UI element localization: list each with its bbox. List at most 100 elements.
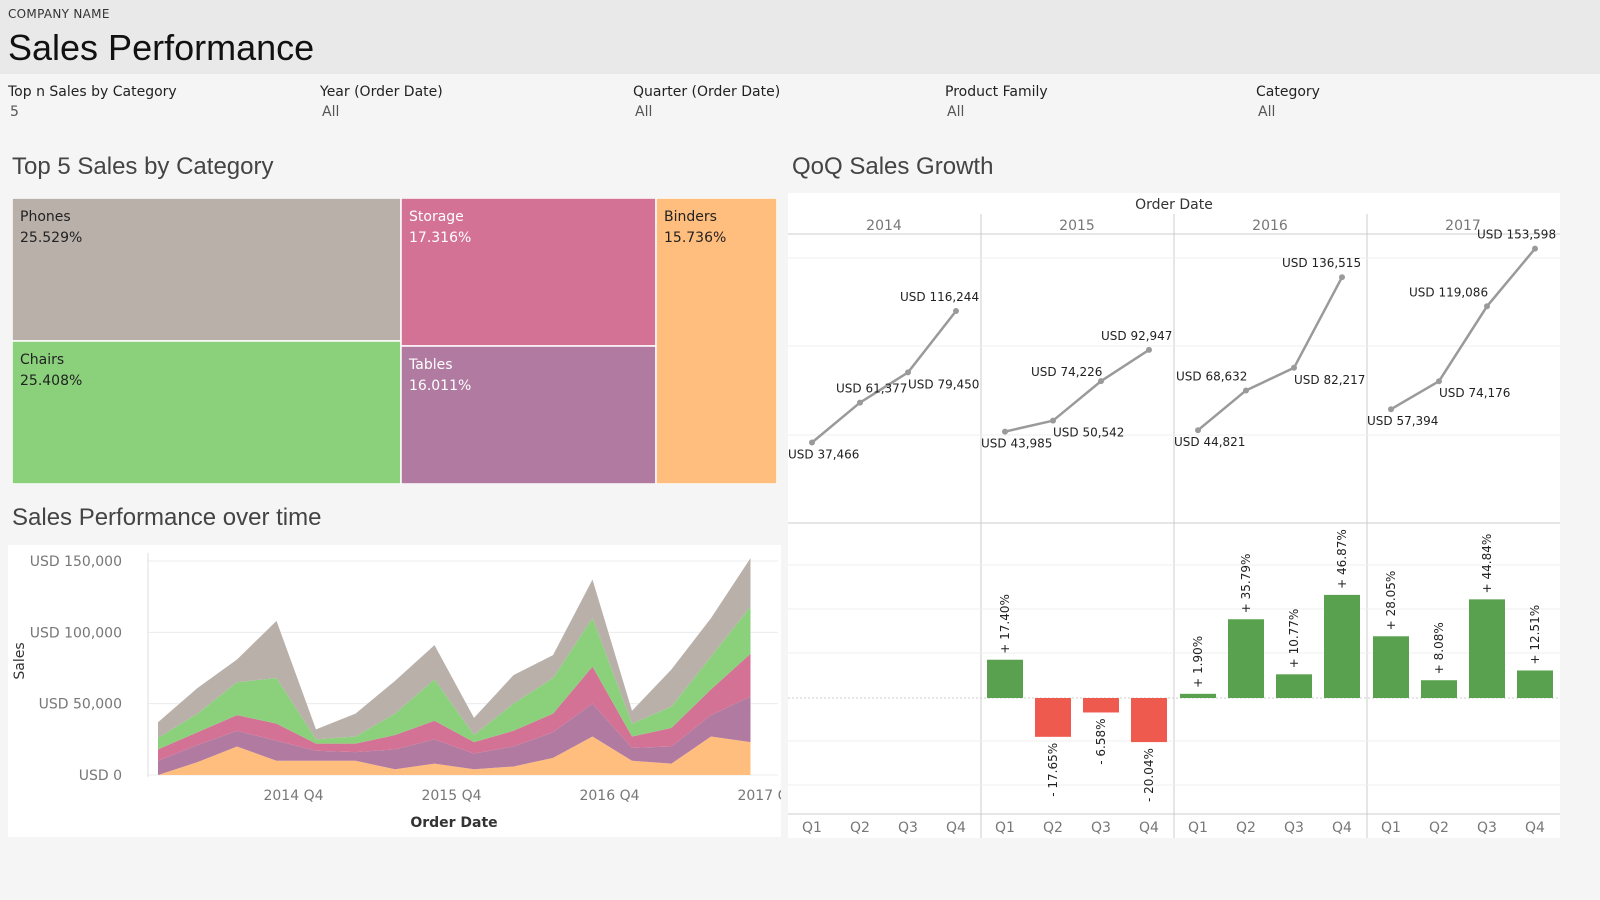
quarter-label: Q2 (1236, 820, 1256, 836)
y-tick-label: USD 100,000 (30, 625, 122, 641)
sales-point-label: USD 61,377 (836, 382, 907, 396)
growth-bar-label: + 17.40% (998, 594, 1012, 654)
growth-bar-label: + 10.77% (1287, 609, 1301, 669)
sales-point-label: USD 37,466 (788, 447, 859, 461)
filter-value[interactable]: All (1258, 104, 1556, 120)
quarter-label: Q3 (898, 820, 918, 836)
filter-value[interactable]: All (322, 104, 620, 120)
sales-point (1002, 428, 1008, 435)
sales-point (905, 369, 911, 376)
treemap-cell (12, 340, 402, 484)
filter-value[interactable]: All (947, 104, 1245, 120)
sales-point-label: USD 92,947 (1101, 329, 1172, 343)
sales-line (1004, 348, 1150, 433)
sales-point (1195, 427, 1201, 434)
filter-label: Quarter (Order Date) (633, 84, 781, 100)
sales-point-label: USD 116,244 (900, 290, 979, 304)
year-header: 2014 (866, 218, 902, 234)
treemap-cell-label: Binders (664, 209, 717, 225)
quarter-label: Q2 (1429, 820, 1449, 836)
growth-bar-label: - 6.58% (1094, 718, 1108, 764)
sales-point-label: USD 119,086 (1409, 285, 1488, 299)
quarter-label: Q1 (1381, 820, 1401, 836)
sales-line (1197, 276, 1344, 432)
year-header: 2017 (1445, 218, 1481, 234)
growth-bar (1131, 698, 1167, 743)
sales-point-label: USD 50,542 (1053, 426, 1124, 440)
filter-quarter[interactable]: Quarter (Order Date) All (633, 84, 933, 120)
qoq-chart-panel: Order Date 2014 Q1 Q2 Q3 Q4 2015 Q1 Q2 Q3 Q4 2016 Q1… (788, 193, 1560, 838)
sales-point (1484, 303, 1490, 310)
growth-bar (987, 659, 1023, 698)
growth-bar-label: + 12.51% (1528, 605, 1542, 665)
quarter-label: Q3 (1284, 820, 1304, 836)
sales-point-label: USD 68,632 (1176, 369, 1247, 383)
treemap-cell-label: Chairs (20, 352, 64, 368)
quarter-label: Q3 (1091, 820, 1111, 836)
page-title: Sales Performance (8, 27, 315, 68)
treemap-cell-label: Storage (409, 209, 464, 225)
y-tick-label: USD 50,000 (39, 697, 122, 713)
sales-point (1291, 364, 1297, 371)
sales-point-label: USD 153,598 (1477, 228, 1556, 242)
sales-point (809, 439, 815, 446)
treemap-cell-value: 17.316% (409, 230, 471, 246)
x-tick-label: 2016 Q4 (579, 788, 639, 804)
area-chart-title: Sales Performance over time (12, 504, 322, 531)
quarter-label: Q2 (850, 820, 870, 836)
y-axis-label: Sales (12, 642, 28, 679)
growth-bar-label: + 1.90% (1191, 636, 1205, 688)
sales-point (1436, 378, 1442, 385)
filter-product-family[interactable]: Product Family All (945, 84, 1245, 120)
filter-category[interactable]: Category All (1256, 84, 1556, 120)
area-chart-panel: USD 150,000 USD 100,000 USD 50,000 USD 0 201… (8, 545, 798, 837)
quarter-label: Q4 (1332, 820, 1352, 836)
growth-bar (1035, 698, 1071, 737)
sales-point (857, 399, 863, 406)
company-name: COMPANY NAME (8, 7, 110, 21)
sales-point-label: USD 82,217 (1294, 373, 1365, 387)
treemap-title: Top 5 Sales by Category (12, 153, 274, 180)
growth-bar (1469, 599, 1505, 698)
area-chart: USD 150,000 USD 100,000 USD 50,000 USD 0 201… (12, 553, 798, 831)
growth-bar (1180, 693, 1216, 698)
growth-bar-label: + 8.08% (1432, 622, 1446, 674)
filter-label: Top n Sales by Category (8, 84, 177, 100)
year-header: 2016 (1252, 218, 1288, 234)
growth-bar (1324, 594, 1360, 698)
filter-label: Year (Order Date) (320, 84, 443, 100)
header-bar: COMPANY NAME Sales Performance (0, 0, 1600, 74)
filter-year[interactable]: Year (Order Date) All (320, 84, 620, 120)
sales-point (1388, 406, 1394, 413)
sales-point (1146, 346, 1152, 353)
quarter-label: Q4 (1139, 820, 1159, 836)
sales-point-label: USD 43,985 (981, 437, 1052, 451)
quarter-label: Q2 (1043, 820, 1063, 836)
growth-bar (1276, 674, 1312, 698)
growth-bar (1228, 619, 1264, 698)
treemap-chart: Phones 25.529% Chairs 25.408% Storage 17.316%… (12, 198, 777, 484)
growth-bar (1421, 680, 1457, 698)
filter-label: Product Family (945, 84, 1048, 100)
treemap-cell-label: Tables (408, 357, 453, 373)
qoq-chart: Order Date 2014 Q1 Q2 Q3 Q4 2015 Q1 Q2 Q3 Q4 2016 Q1… (788, 197, 1560, 838)
filter-label: Category (1256, 84, 1320, 100)
sales-point-label: USD 136,515 (1282, 256, 1361, 270)
growth-bar-label: + 46.87% (1335, 529, 1349, 589)
growth-bar-label: + 28.05% (1384, 571, 1398, 631)
growth-bar-label: - 17.65% (1046, 743, 1060, 797)
treemap-cell-value: 15.736% (664, 230, 726, 246)
sales-point-label: USD 57,394 (1367, 414, 1438, 428)
sales-point (1339, 274, 1345, 281)
filter-top-n[interactable]: Top n Sales by Category 5 (8, 84, 308, 120)
growth-bar-label: + 44.84% (1480, 534, 1494, 594)
filter-value[interactable]: All (635, 104, 933, 120)
filter-value[interactable]: 5 (10, 104, 308, 120)
treemap-cell-label: Phones (20, 209, 71, 225)
growth-bar (1517, 670, 1553, 698)
growth-bar (1083, 698, 1119, 713)
quarter-label: Q4 (946, 820, 966, 836)
x-tick-label: 2014 Q4 (263, 788, 323, 804)
year-header: 2015 (1059, 218, 1095, 234)
sales-point-label: USD 44,821 (1174, 435, 1245, 449)
